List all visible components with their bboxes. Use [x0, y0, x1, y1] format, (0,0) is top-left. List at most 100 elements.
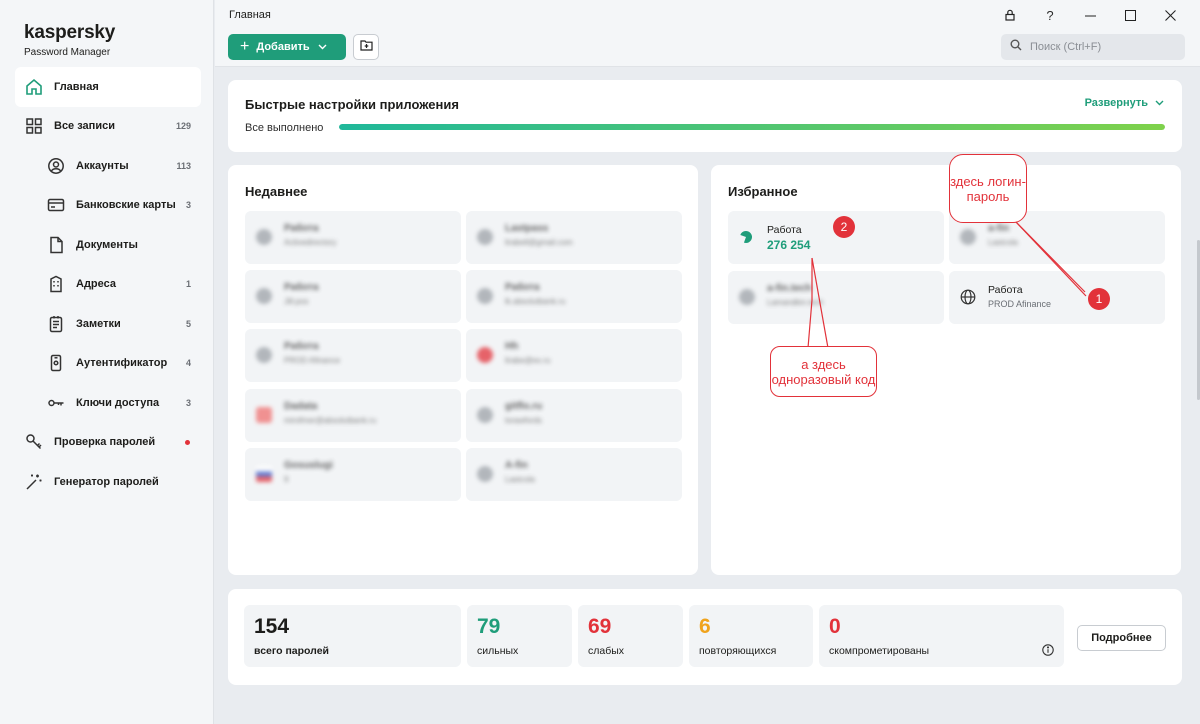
favorites-title: Избранное [728, 184, 798, 199]
maximize-icon[interactable] [1110, 4, 1150, 26]
lock-icon[interactable] [990, 4, 1030, 26]
recent-item[interactable]: Работа PROD Afinance [245, 329, 461, 382]
stat-label: сильных [477, 645, 519, 657]
sidebar-item-home[interactable]: Главная [15, 67, 201, 107]
sidebar-item-bank-cards[interactable]: Банковские карты 3 [15, 186, 201, 226]
favorite-item-login[interactable]: Работа PROD Afinance [949, 271, 1165, 324]
recent-title: Недавнее [245, 184, 308, 199]
password-check-icon [24, 432, 44, 452]
annotation-bubble-otp: а здесь одноразовый код [770, 346, 877, 397]
stat-strong[interactable]: 79 сильных [467, 605, 572, 667]
help-icon[interactable]: ? [1030, 4, 1070, 26]
item-subtitle: Activedirectory [284, 238, 337, 247]
sidebar-item-password-generator[interactable]: Генератор паролей [15, 462, 201, 502]
info-icon [477, 229, 493, 245]
sidebar-item-password-check[interactable]: Проверка паролей [15, 423, 201, 463]
recent-item[interactable]: A-fin Lastcola [466, 448, 682, 501]
recent-item[interactable]: Работа lk.absolutbank.ru [466, 270, 682, 323]
item-name: a-fin.tech [767, 283, 812, 294]
item-name: Hh [505, 341, 519, 352]
annotation-badge-1: 1 [1088, 288, 1110, 310]
recent-item[interactable]: Gosuslugi 9 [245, 448, 461, 501]
stat-total[interactable]: 154 всего паролей [244, 605, 461, 667]
expand-button[interactable]: Развернуть [1085, 97, 1164, 109]
magic-wand-icon [24, 472, 44, 492]
item-name: Работа [284, 282, 319, 293]
otp-code[interactable]: 276 254 [767, 238, 810, 252]
sidebar-item-label: Заметки [76, 317, 121, 330]
sidebar-item-label: Главная [54, 80, 99, 93]
app-logo: kaspersky Password Manager [24, 22, 115, 58]
stat-compromised[interactable]: 0 скомпрометированы [819, 605, 1064, 667]
item-name: Работа [284, 341, 319, 352]
item-subtitle: lirabe@ex.ru [505, 356, 551, 365]
count-badge: 4 [185, 358, 191, 369]
sidebar-item-documents[interactable]: Документы [15, 225, 201, 265]
close-icon[interactable] [1150, 4, 1190, 26]
info-icon[interactable] [1042, 643, 1054, 661]
item-name: Dadata [284, 401, 318, 412]
info-icon [256, 347, 272, 363]
alert-dot [185, 439, 190, 445]
chevron-down-icon [318, 41, 327, 53]
globe-icon [960, 289, 976, 310]
recent-item[interactable]: Работа Jill.pos [245, 270, 461, 323]
info-icon [477, 288, 493, 304]
sidebar-item-passkeys[interactable]: Ключи доступа 3 [15, 383, 201, 423]
sidebar-item-addresses[interactable]: Адреса 1 [15, 265, 201, 305]
quick-settings-status: Все выполнено [245, 122, 324, 134]
recent-item[interactable]: Работа Activedirectory [245, 211, 461, 264]
stat-label: всего паролей [254, 645, 330, 657]
flag-icon [256, 466, 272, 482]
item-name: Работа [988, 284, 1023, 296]
recent-item[interactable]: Lastpass lirabell@gmail.com [466, 211, 682, 264]
item-subtitle: Lastcola [505, 475, 535, 484]
sidebar-nav: Главная Все записи 129 Аккаунты 113 Банк… [15, 67, 201, 502]
stat-value: 79 [477, 615, 501, 638]
sidebar-item-authenticator[interactable]: Аутентификатор 4 [15, 344, 201, 384]
sidebar-item-label: Аккаунты [76, 159, 129, 172]
search-box[interactable] [1001, 34, 1185, 60]
sidebar-item-label: Генератор паролей [54, 475, 159, 488]
recent-item[interactable]: Dadata mirofmer@absolutbank.ru [245, 389, 461, 442]
info-icon [960, 229, 976, 245]
item-name: Gosuslugi [284, 460, 333, 471]
sidebar-item-notes[interactable]: Заметки 5 [15, 304, 201, 344]
info-icon [256, 229, 272, 245]
import-button[interactable] [353, 34, 379, 60]
item-subtitle: lirabell@gmail.com [505, 238, 573, 247]
chevron-down-icon [1155, 100, 1164, 106]
count-badge: 1 [185, 279, 191, 290]
sidebar-item-accounts[interactable]: Аккаунты 113 [15, 146, 201, 186]
favorite-item[interactable]: a-fin.tech Lamandkin.tech [728, 271, 944, 324]
progress-fill [339, 124, 1165, 130]
sidebar-item-all-records[interactable]: Все записи 129 [15, 107, 201, 147]
stat-value: 0 [829, 615, 841, 638]
recent-item[interactable]: Hh lirabe@ex.ru [466, 329, 682, 382]
minimize-icon[interactable] [1070, 4, 1110, 26]
search-input[interactable] [1030, 41, 1170, 53]
annotation-bubble-login: здесь логин-пароль [949, 154, 1027, 223]
stat-label: слабых [588, 645, 625, 657]
sidebar-item-label: Все записи [54, 120, 115, 133]
recent-item[interactable]: gitflo.ru lorawfords [466, 389, 682, 442]
card-icon [46, 195, 66, 215]
item-name: Работа [284, 223, 319, 234]
authenticator-icon [46, 353, 66, 373]
item-subtitle: Lamandkin.tech [767, 298, 824, 307]
otp-timer-icon [739, 230, 753, 249]
password-stats-card: 154 всего паролей 79 сильных 69 слабых 6… [228, 589, 1182, 685]
sidebar: kaspersky Password Manager Главная Все з… [0, 0, 214, 724]
quick-settings-card: Быстрые настройки приложения Все выполне… [228, 80, 1182, 152]
stat-weak[interactable]: 69 слабых [578, 605, 683, 667]
stat-duplicate[interactable]: 6 повторяющихся [689, 605, 813, 667]
details-button[interactable]: Подробнее [1077, 625, 1166, 651]
item-subtitle: 9 [284, 475, 289, 484]
add-button[interactable]: + Добавить [228, 34, 346, 60]
count-badge: 5 [185, 318, 191, 329]
count-badge: 113 [176, 160, 191, 171]
home-icon [24, 77, 44, 97]
note-icon [46, 314, 66, 334]
info-icon [256, 288, 272, 304]
site-logo-icon [477, 347, 493, 363]
